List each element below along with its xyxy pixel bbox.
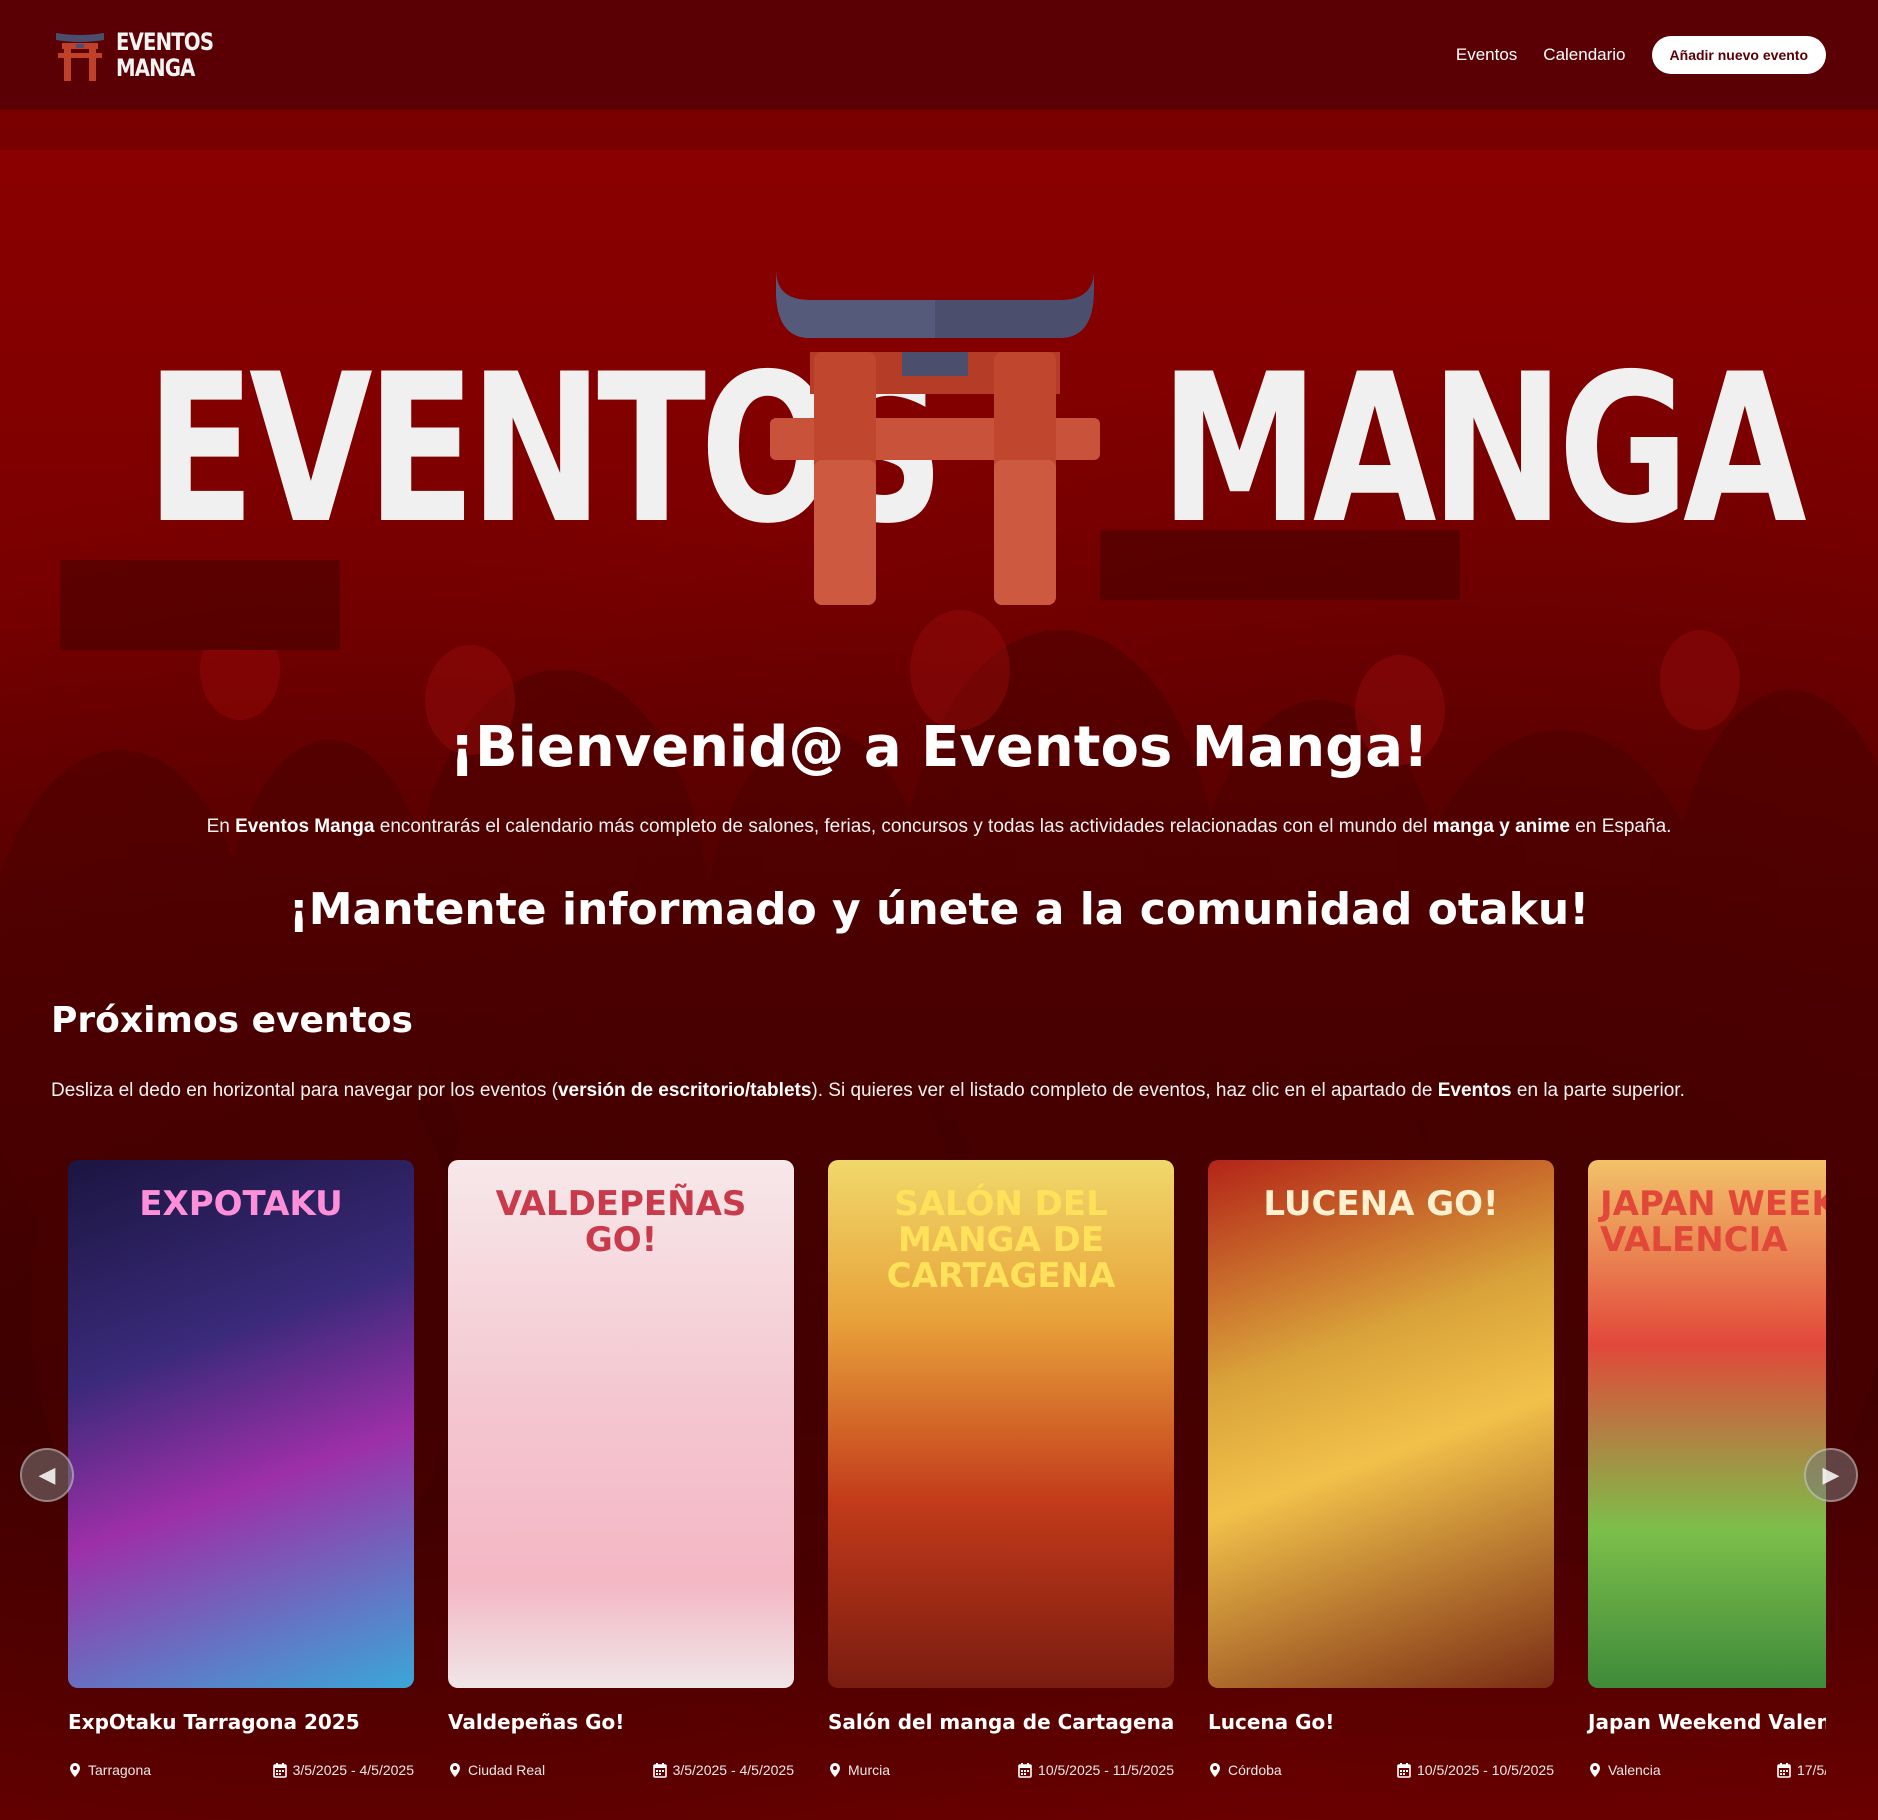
event-location-label: Valencia: [1608, 1762, 1661, 1778]
add-event-button[interactable]: Añadir nuevo evento: [1651, 36, 1826, 74]
event-meta: Valencia 17/5/2025 - 18/5/2025: [1588, 1762, 1826, 1778]
torii-icon: [56, 33, 104, 81]
carousel-prev-button[interactable]: ◀: [20, 1448, 74, 1502]
poster-title: EXPOTAKU: [139, 1184, 343, 1224]
events-carousel[interactable]: EXPOTAKU ExpOtaku Tarragona 2025 Tarrago…: [68, 1160, 1826, 1800]
event-location-label: Murcia: [848, 1762, 891, 1778]
upcoming-events-title: Próximos eventos: [51, 1000, 413, 1041]
intro-bold-1: Eventos Manga: [235, 816, 375, 837]
event-title[interactable]: Japan Weekend Valencia: [1588, 1710, 1826, 1734]
event-poster[interactable]: EXPOTAKU: [68, 1160, 414, 1688]
calendar-icon: [1397, 1763, 1411, 1778]
site-header: EVENTOS MANGA Eventos Calendario Añadir …: [0, 0, 1878, 110]
event-location-label: Córdoba: [1228, 1762, 1282, 1778]
event-title[interactable]: Lucena Go!: [1208, 1710, 1554, 1734]
event-card[interactable]: EXPOTAKU ExpOtaku Tarragona 2025 Tarrago…: [68, 1160, 414, 1778]
upcoming-events-description: Desliza el dedo en horizontal para naveg…: [51, 1080, 1851, 1102]
intro-part-1: En: [206, 816, 236, 837]
event-meta: Córdoba 10/5/2025 - 10/5/2025: [1208, 1762, 1554, 1778]
poster-title: LUCENA GO!: [1263, 1184, 1499, 1224]
arrow-left-icon: ◀: [38, 1462, 56, 1487]
event-meta: Murcia 10/5/2025 - 11/5/2025: [828, 1762, 1174, 1778]
desc-part-3: en la parte superior.: [1511, 1080, 1685, 1101]
welcome-heading: ¡Bienvenid@ a Eventos Manga!: [449, 715, 1429, 780]
calendar-icon: [272, 1763, 287, 1778]
hero-logo: EVENTOS MANGA: [140, 270, 1807, 610]
event-dates-label: 10/5/2025 - 10/5/2025: [1416, 1762, 1554, 1778]
event-dates: 3/5/2025 - 4/5/2025: [652, 1762, 794, 1778]
event-location: Valencia: [1588, 1762, 1661, 1778]
event-dates: 10/5/2025 - 10/5/2025: [1397, 1762, 1554, 1778]
torii-gate-icon: [770, 270, 1100, 605]
calendar-icon: [652, 1763, 667, 1778]
poster-title: JAPAN WEEKEND VALENCIA: [1600, 1184, 1826, 1260]
intro-part-2: encontrarás el calendario más completo d…: [374, 816, 1433, 837]
event-dates-label: 3/5/2025 - 4/5/2025: [672, 1762, 794, 1778]
site-logo[interactable]: EVENTOS MANGA: [52, 27, 235, 83]
event-location: Tarragona: [68, 1762, 151, 1778]
hero-logo-word-right: MANGA: [1160, 331, 1807, 569]
desc-part-2: ). Si quieres ver el listado completo de…: [811, 1080, 1438, 1101]
desc-bold-1: versión de escritorio/tablets: [557, 1080, 812, 1101]
tagline-heading: ¡Mantente informado y únete a la comunid…: [288, 884, 1590, 935]
event-card[interactable]: LUCENA GO! Lucena Go! Córdoba 10/5/2025 …: [1208, 1160, 1554, 1778]
location-pin-icon: [1210, 1763, 1220, 1777]
desc-part-1: Desliza el dedo en horizontal para naveg…: [51, 1080, 558, 1101]
logo-text: EVENTOS MANGA: [116, 28, 214, 82]
event-title[interactable]: Salón del manga de Cartagena: [828, 1710, 1174, 1734]
event-dates: 3/5/2025 - 4/5/2025: [272, 1762, 414, 1778]
event-dates-label: 17/5/2025 - 18/5/2025: [1796, 1762, 1826, 1778]
event-location: Murcia: [828, 1762, 890, 1778]
desc-bold-2: Eventos: [1437, 1080, 1512, 1101]
poster-title: SALÓN DEL MANGA DE CARTAGENA: [886, 1184, 1116, 1296]
arrow-right-icon: ▶: [1822, 1462, 1840, 1487]
location-pin-icon: [450, 1763, 460, 1777]
event-location: Ciudad Real: [448, 1762, 545, 1778]
event-location-label: Tarragona: [88, 1762, 152, 1778]
location-pin-icon: [830, 1763, 840, 1777]
event-dates-label: 10/5/2025 - 11/5/2025: [1038, 1762, 1174, 1778]
location-pin-icon: [1590, 1763, 1600, 1777]
event-poster[interactable]: SALÓN DEL MANGA DE CARTAGENA: [828, 1160, 1174, 1688]
logo-line-2: MANGA: [116, 54, 195, 82]
event-location: Córdoba: [1208, 1762, 1282, 1778]
nav-link-calendario[interactable]: Calendario: [1543, 45, 1625, 65]
nav-link-eventos[interactable]: Eventos: [1456, 45, 1517, 65]
intro-bold-2: manga y anime: [1432, 816, 1570, 837]
event-title[interactable]: Valdepeñas Go!: [448, 1710, 794, 1734]
calendar-icon: [1018, 1763, 1032, 1778]
event-poster[interactable]: LUCENA GO!: [1208, 1160, 1554, 1688]
event-poster[interactable]: VALDEPEÑAS GO!: [448, 1160, 794, 1688]
event-card[interactable]: VALDEPEÑAS GO! Valdepeñas Go! Ciudad Rea…: [448, 1160, 794, 1778]
intro-part-3: en España.: [1570, 816, 1672, 837]
carousel-next-button[interactable]: ▶: [1804, 1448, 1858, 1502]
event-dates-label: 3/5/2025 - 4/5/2025: [292, 1762, 414, 1778]
location-pin-icon: [70, 1763, 80, 1777]
logo-line-1: EVENTOS: [116, 28, 214, 56]
main-nav: Eventos Calendario Añadir nuevo evento: [1456, 36, 1826, 74]
event-dates: 10/5/2025 - 11/5/2025: [1018, 1762, 1174, 1778]
event-meta: Ciudad Real 3/5/2025 - 4/5/2025: [448, 1762, 794, 1778]
event-title[interactable]: ExpOtaku Tarragona 2025: [68, 1710, 414, 1734]
event-location-label: Ciudad Real: [468, 1762, 546, 1778]
event-poster[interactable]: JAPAN WEEKEND VALENCIA: [1588, 1160, 1826, 1688]
calendar-icon: [1777, 1763, 1791, 1778]
event-meta: Tarragona 3/5/2025 - 4/5/2025: [68, 1762, 414, 1778]
event-card[interactable]: JAPAN WEEKEND VALENCIA Japan Weekend Val…: [1588, 1160, 1826, 1778]
event-card[interactable]: SALÓN DEL MANGA DE CARTAGENA Salón del m…: [828, 1160, 1174, 1778]
poster-title: VALDEPEÑAS GO!: [495, 1184, 747, 1260]
intro-text: En Eventos Manga encontrarás el calendar…: [0, 816, 1878, 838]
event-dates: 17/5/2025 - 18/5/2025: [1777, 1762, 1826, 1778]
